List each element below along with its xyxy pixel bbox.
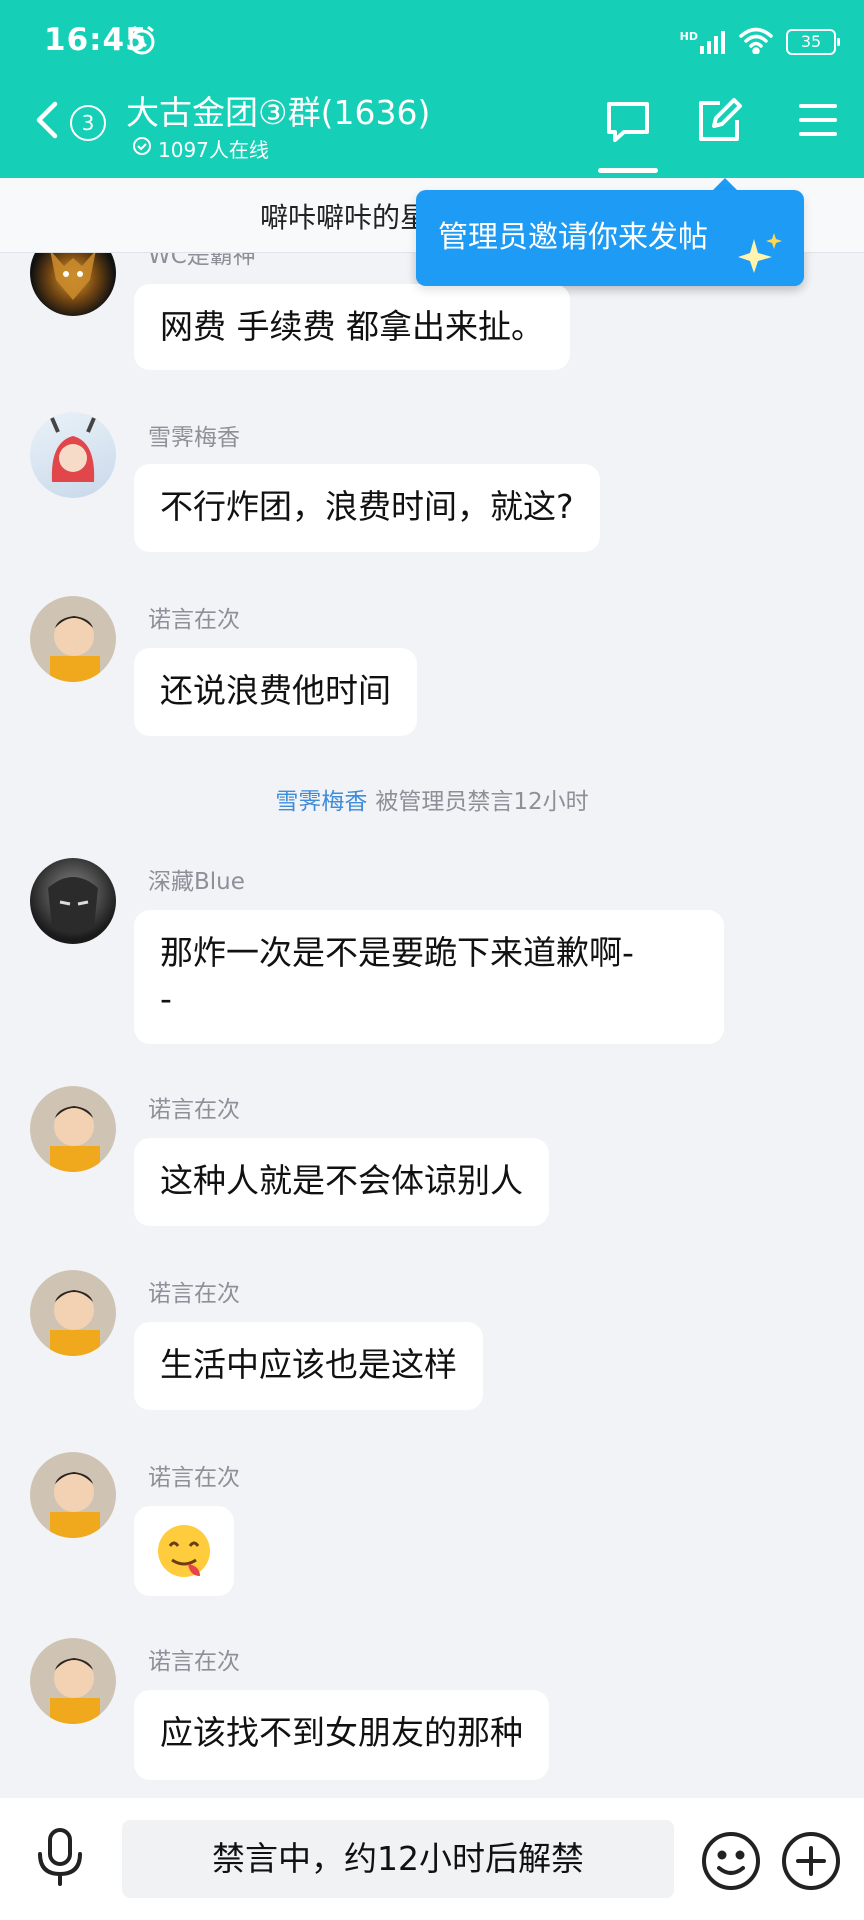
online-count: 1097人在线 — [158, 138, 269, 162]
sender-name: 诺言在次 — [148, 607, 240, 633]
unread-count-badge[interactable]: 3 — [70, 105, 106, 141]
avatar[interactable] — [30, 412, 116, 498]
message-bubble[interactable]: 这种人就是不会体谅别人 — [134, 1138, 549, 1226]
header-bar: 16:45 HD 35 3 大古金团③群(1636) 1097人在线 — [0, 0, 864, 178]
message-bubble[interactable]: 生活中应该也是这样 — [134, 1322, 483, 1410]
active-tab-indicator — [598, 168, 658, 173]
savoring-food-emoji-icon — [158, 1525, 210, 1577]
muted-user-link[interactable]: 雪霁梅香 — [275, 789, 367, 815]
microphone-icon[interactable] — [34, 1826, 86, 1892]
sender-name: 诺言在次 — [148, 1465, 240, 1491]
message-bubble[interactable] — [134, 1506, 234, 1596]
avatar[interactable] — [30, 858, 116, 944]
sender-name: 诺言在次 — [148, 1097, 240, 1123]
message-bubble[interactable]: 网费 手续费 都拿出来扯。 — [134, 284, 570, 370]
system-icons: HD 35 — [680, 26, 840, 58]
network-label: HD — [679, 30, 698, 43]
avatar[interactable] — [30, 1638, 116, 1724]
message-bubble[interactable]: 应该找不到女朋友的那种 — [134, 1690, 549, 1780]
avatar[interactable] — [30, 1086, 116, 1172]
online-status: 1097人在线 — [132, 134, 269, 163]
pinned-notice-text: 噼咔噼咔的星 — [260, 201, 429, 234]
chat-icon[interactable] — [604, 98, 652, 150]
sparkle-icon — [738, 216, 784, 312]
message-bubble[interactable]: 还说浪费他时间 — [134, 648, 417, 736]
sender-name: 深藏Blue — [148, 869, 245, 895]
emoji-icon[interactable] — [700, 1830, 762, 1896]
tooltip-text: 管理员邀请你来发帖 — [438, 220, 708, 255]
battery-icon: 35 — [786, 29, 840, 55]
avatar[interactable] — [30, 1270, 116, 1356]
avatar[interactable] — [30, 596, 116, 682]
sender-name: 雪霁梅香 — [148, 425, 240, 451]
post-edit-icon[interactable] — [696, 98, 742, 148]
avatar[interactable] — [30, 1452, 116, 1538]
plus-icon[interactable] — [780, 1830, 842, 1896]
menu-icon[interactable] — [798, 102, 838, 142]
message-line: - — [160, 979, 172, 1018]
message-bubble[interactable]: 那炸一次是不是要跪下来道歉啊- - — [134, 910, 724, 1044]
sender-name: 诺言在次 — [148, 1281, 240, 1307]
message-line: 那炸一次是不是要跪下来道歉啊- — [160, 933, 634, 972]
muted-input-field[interactable]: 禁言中，约12小时后解禁 — [122, 1820, 674, 1898]
wifi-icon — [738, 26, 774, 58]
mute-notice-text: 被管理员禁言12小时 — [375, 789, 589, 815]
admin-invite-tooltip[interactable]: 管理员邀请你来发帖 — [416, 190, 804, 286]
input-bar: 禁言中，约12小时后解禁 — [0, 1798, 864, 1920]
signal-icon: HD — [680, 30, 726, 54]
group-title[interactable]: 大古金团③群(1636) — [126, 86, 430, 134]
system-mute-notice: 雪霁梅香 被管理员禁言12小时 — [0, 782, 864, 816]
online-check-icon — [132, 136, 152, 161]
message-bubble[interactable]: 不行炸团，浪费时间，就这? — [134, 464, 600, 552]
sender-name: 诺言在次 — [148, 1649, 240, 1675]
back-icon[interactable] — [34, 100, 60, 144]
alarm-icon — [126, 24, 158, 60]
